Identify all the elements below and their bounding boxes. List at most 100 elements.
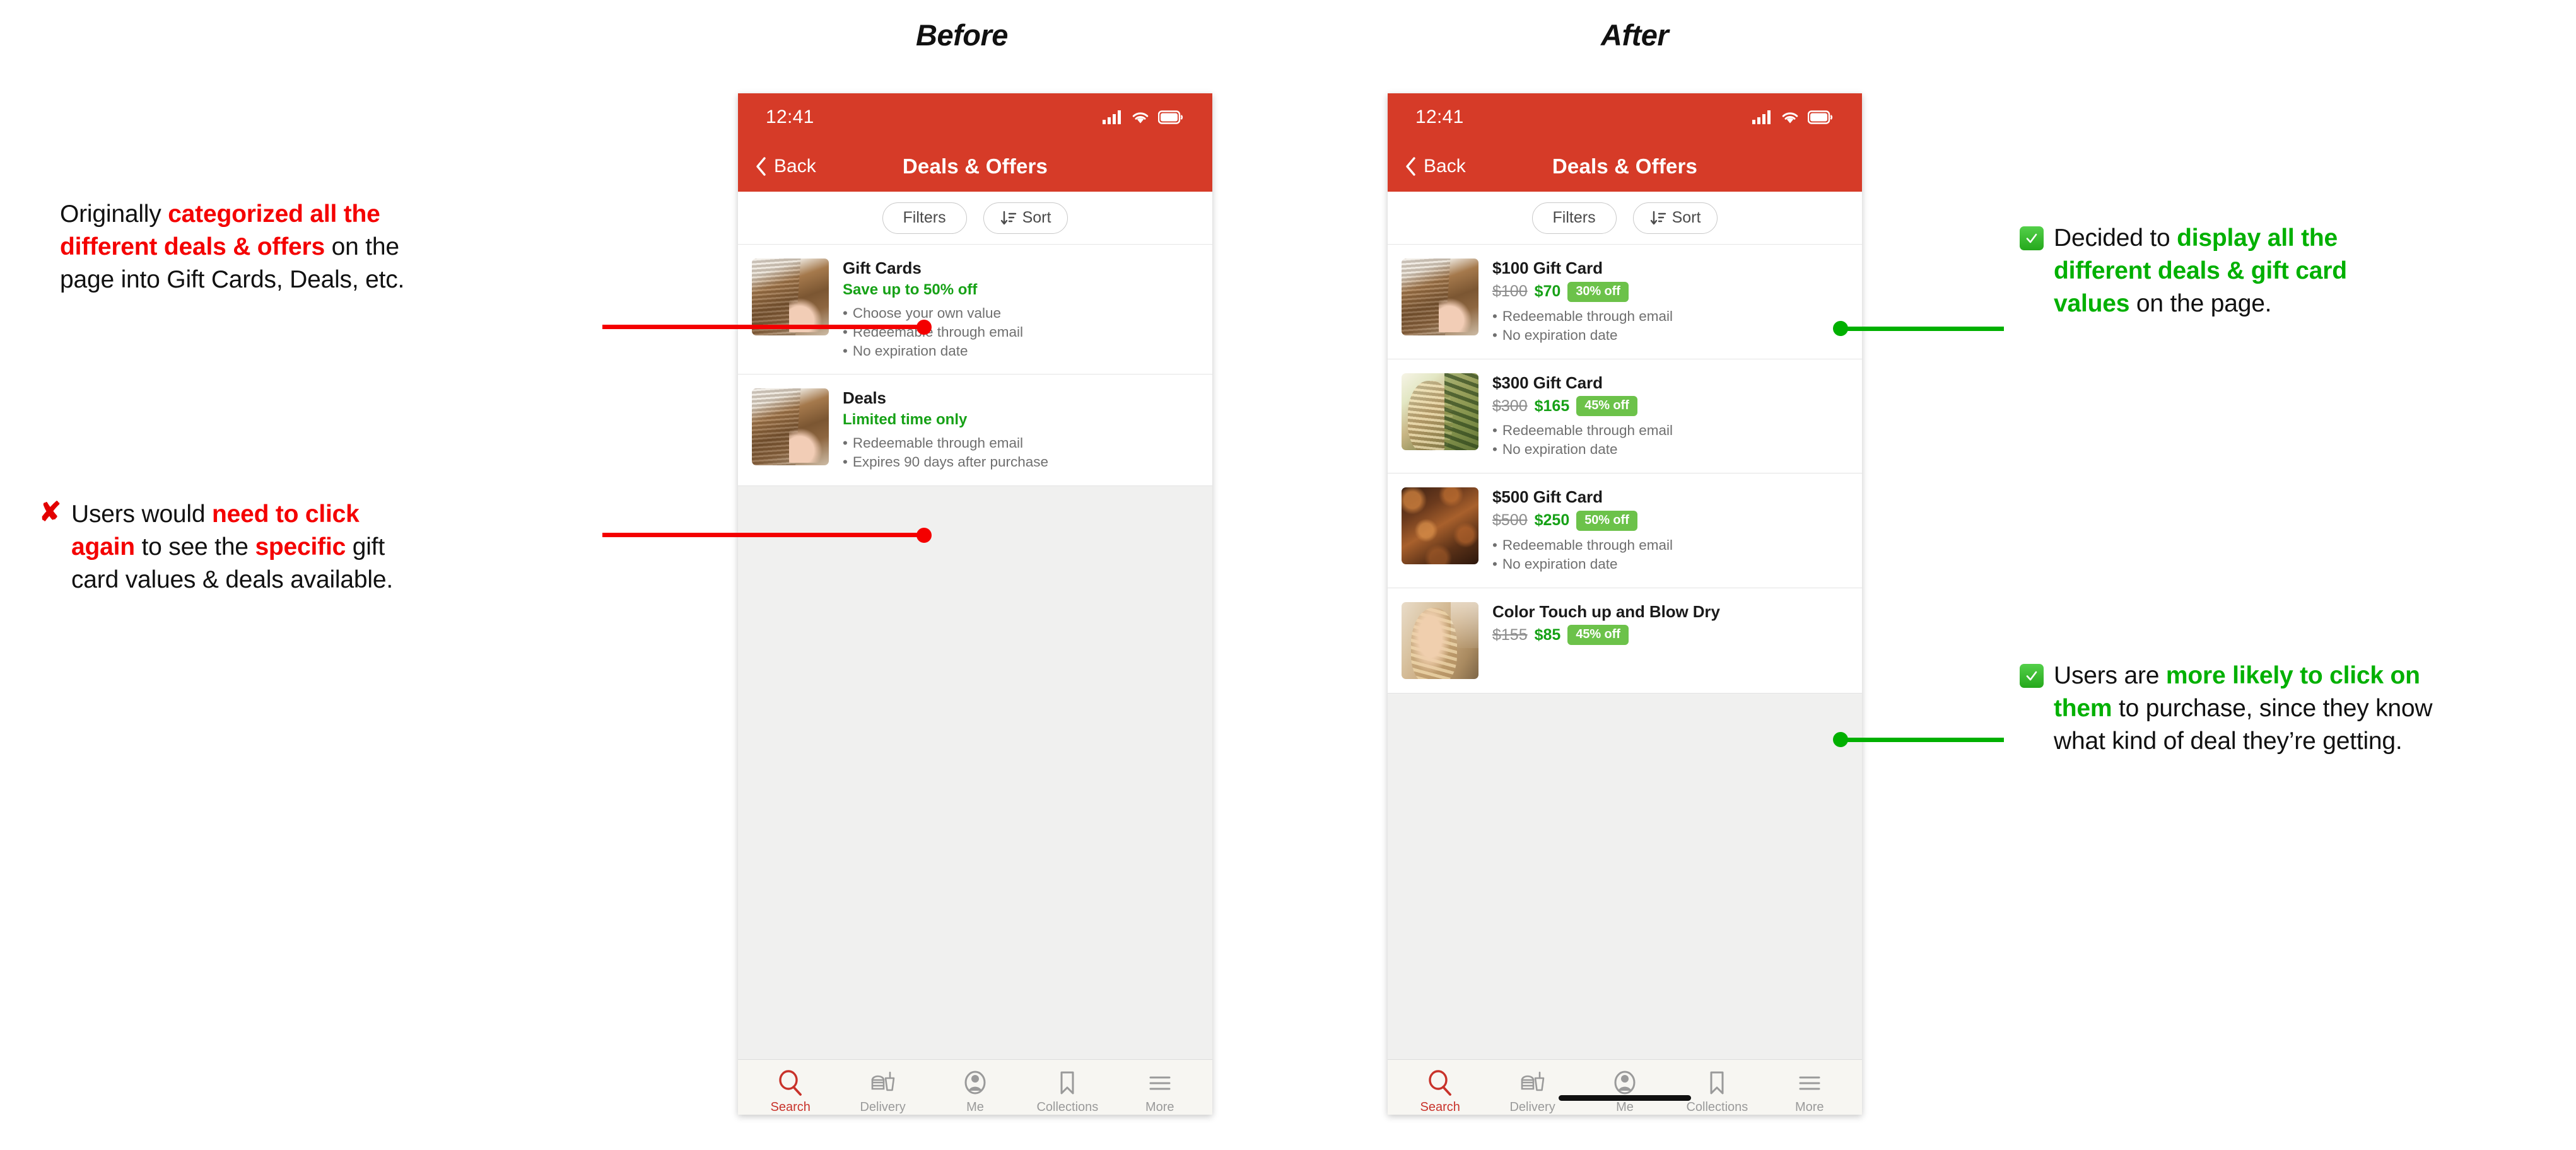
price-row: $155 $85 45% off: [1492, 625, 1849, 646]
card-title: Color Touch up and Blow Dry: [1492, 601, 1720, 621]
nav-bar: Back Deals & Offers: [738, 141, 1212, 192]
annotation-users-more-likely: Users are more likely to click on them t…: [2020, 659, 2436, 758]
bullet-text: No expiration date: [1502, 555, 1618, 572]
list-item-bullet: • Redeemable through email: [1492, 307, 1849, 326]
tab-collections[interactable]: Collections: [1675, 1070, 1760, 1115]
connector-dot: [1833, 321, 1848, 336]
back-button[interactable]: Back: [1405, 156, 1466, 177]
status-time: 12:41: [766, 107, 814, 127]
annotation-seg-plain: Users would: [71, 501, 213, 528]
discount-badge: 30% off: [1567, 281, 1629, 302]
deals-list-before[interactable]: Gift Cards Save up to 50% off • Choose y…: [738, 245, 1212, 1115]
tab-search[interactable]: Search: [1398, 1070, 1483, 1115]
tab-search[interactable]: Search: [748, 1070, 833, 1115]
sale-price: $250: [1534, 511, 1570, 530]
annotation-seg-plain: Originally: [60, 200, 168, 228]
list-item[interactable]: $100 Gift Card $100 $70 30% off • Redeem…: [1388, 245, 1862, 359]
app-bar: 12:41 Back Deals & Offers: [738, 93, 1212, 192]
chevron-left-icon: [756, 157, 766, 176]
list-item[interactable]: Gift Cards Save up to 50% off • Choose y…: [738, 245, 1212, 375]
deals-list-after[interactable]: $100 Gift Card $100 $70 30% off • Redeem…: [1388, 245, 1862, 1115]
tab-me[interactable]: Me: [932, 1070, 1017, 1115]
bullet-dot: •: [1492, 441, 1497, 458]
filters-label: Filters: [903, 209, 946, 226]
delivery-icon: [1521, 1071, 1544, 1091]
card-body: Gift Cards Save up to 50% off • Choose y…: [829, 258, 1200, 360]
tab-delivery[interactable]: Delivery: [1490, 1070, 1575, 1115]
discount-badge: 50% off: [1576, 510, 1637, 531]
tab-me[interactable]: Me: [1582, 1070, 1667, 1115]
hamburger-icon: [1799, 1076, 1820, 1090]
discount-badge: 45% off: [1576, 396, 1637, 417]
sort-button[interactable]: Sort: [1632, 202, 1718, 234]
bullet-text: Redeemable through email: [852, 435, 1024, 451]
comparison-canvas: Before After 12:41 Back Deals & Offers F…: [0, 0, 2576, 1150]
bullet-text: Expires 90 days after purchase: [852, 454, 1049, 470]
bottom-tab-bar: Search Delivery Me Collections More: [738, 1059, 1212, 1115]
search-icon: [779, 1070, 802, 1096]
status-bar: 12:41: [738, 93, 1212, 141]
card-body: $500 Gift Card $500 $250 50% off • Redee…: [1478, 487, 1849, 574]
section-title-after: After: [1601, 18, 1669, 52]
list-item[interactable]: Deals Limited time only • Redeemable thr…: [738, 375, 1212, 486]
sale-price: $165: [1534, 397, 1570, 415]
filters-button[interactable]: Filters: [1531, 202, 1617, 234]
thumbnail-salon: [1402, 601, 1478, 679]
annotation-seg-plain: to see the: [134, 533, 255, 560]
list-item[interactable]: $500 Gift Card $500 $250 50% off • Redee…: [1388, 473, 1862, 588]
app-bar: 12:41 Back Deals & Offers: [1388, 93, 1862, 192]
tab-label: Collections: [1036, 1100, 1099, 1114]
annotation-decided-display-all: Decided to display all the different dea…: [2020, 222, 2423, 320]
annotation-text: Users would need to click again to see t…: [71, 498, 418, 596]
tab-collections[interactable]: Collections: [1025, 1070, 1110, 1115]
back-button[interactable]: Back: [756, 156, 816, 177]
checkmark-glyph-icon: [2026, 671, 2037, 681]
check-box-icon: [2020, 664, 2044, 688]
search-icon: [1429, 1070, 1452, 1096]
wifi-icon: [1132, 112, 1149, 124]
list-item-bullet: • Redeemable through email: [1492, 421, 1849, 440]
tab-label: Delivery: [1509, 1100, 1555, 1114]
bullet-text: Redeemable through email: [1502, 537, 1673, 553]
bookmark-icon: [1060, 1071, 1074, 1095]
section-title-before: Before: [916, 18, 1008, 52]
tab-label: Collections: [1686, 1100, 1748, 1114]
check-mark-icon: [2020, 222, 2044, 320]
sale-price: $85: [1534, 625, 1561, 644]
connector-dot: [1833, 732, 1848, 747]
annotation-originally-categorized: Originally categorized all the different…: [60, 198, 413, 296]
list-item[interactable]: $300 Gift Card $300 $165 45% off • Redee…: [1388, 359, 1862, 474]
list-item[interactable]: Color Touch up and Blow Dry $155 $85 45%…: [1388, 588, 1862, 694]
person-icon: [1614, 1071, 1636, 1095]
filters-button[interactable]: Filters: [882, 202, 967, 234]
annotation-text: Users are more likely to click on them t…: [2054, 659, 2436, 758]
phone-mockup-before: 12:41 Back Deals & Offers Filters Sort G…: [738, 93, 1212, 1115]
card-bullets: • Choose your own value • Redeemable thr…: [843, 304, 1200, 361]
bullet-text: Redeemable through email: [1502, 308, 1673, 324]
tab-more[interactable]: More: [1117, 1070, 1202, 1115]
bullet-dot: •: [843, 342, 848, 359]
status-time: 12:41: [1415, 107, 1464, 127]
card-title: Deals: [843, 388, 886, 408]
bullet-text: No expiration date: [1502, 327, 1618, 343]
thumbnail-curly-hair: [1402, 487, 1478, 565]
bullet-dot: •: [843, 305, 848, 321]
tab-label: Me: [966, 1100, 984, 1114]
card-body: Color Touch up and Blow Dry $155 $85 45%…: [1478, 602, 1849, 679]
tab-label: Delivery: [860, 1100, 906, 1114]
bullet-dot: •: [1492, 422, 1497, 439]
connector-line: [602, 325, 928, 329]
wifi-icon: [1782, 112, 1798, 124]
filter-sort-toolbar: Filters Sort: [738, 192, 1212, 245]
tab-delivery[interactable]: Delivery: [840, 1070, 925, 1115]
card-bullets: • Redeemable through email • No expirati…: [1492, 421, 1849, 459]
card-bullets: • Redeemable through email • Expires 90 …: [843, 434, 1200, 472]
sort-button[interactable]: Sort: [983, 202, 1068, 234]
card-bullets: • Redeemable through email • No expirati…: [1492, 536, 1849, 574]
bullet-text: No expiration date: [852, 342, 968, 359]
tab-more[interactable]: More: [1767, 1070, 1852, 1115]
phone-mockup-after: 12:41 Back Deals & Offers Filters Sort $…: [1388, 93, 1862, 1115]
card-subtitle: Limited time only: [843, 411, 968, 429]
price-row: $100 $70 30% off: [1492, 281, 1849, 302]
card-body: $100 Gift Card $100 $70 30% off • Redeem…: [1478, 258, 1849, 345]
